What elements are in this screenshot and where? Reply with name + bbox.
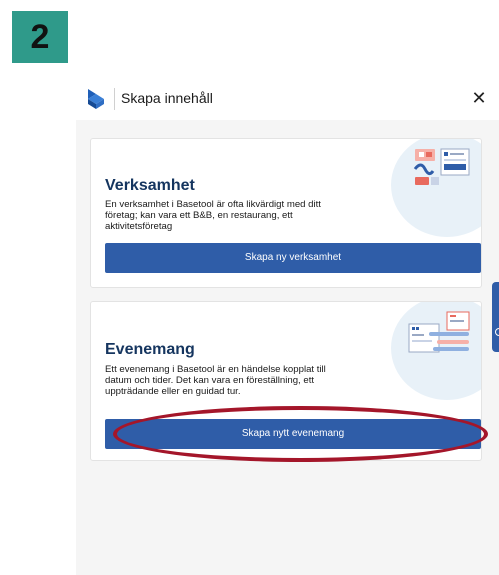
business-card-title: Verksamhet xyxy=(105,177,195,194)
feedback-icon xyxy=(495,328,499,336)
modal-title: Skapa innehåll xyxy=(121,90,213,106)
business-card: Verksamhet En verksamhet i Basetool är o… xyxy=(90,138,482,288)
business-card-description: En verksamhet i Basetool är ofta likvärd… xyxy=(105,199,321,232)
modal-header: Skapa innehåll ✕ xyxy=(76,76,499,120)
create-business-button[interactable]: Skapa ny verksamhet xyxy=(105,243,481,273)
business-illustration-icon xyxy=(413,148,470,185)
create-content-modal: Skapa innehåll ✕ Verksamhet En verksamhe… xyxy=(76,76,499,575)
calendar-illustration-icon xyxy=(408,311,470,353)
basetool-logo-icon xyxy=(88,89,104,109)
event-card-description: Ett evenemang i Basetool är en händelse … xyxy=(105,364,326,397)
highlight-annotation xyxy=(113,406,488,462)
event-card-title: Evenemang xyxy=(105,341,195,358)
step-number-badge: 2 xyxy=(12,11,68,63)
close-icon[interactable]: ✕ xyxy=(470,89,488,107)
header-divider xyxy=(114,88,115,110)
feedback-side-tab[interactable] xyxy=(492,282,499,352)
